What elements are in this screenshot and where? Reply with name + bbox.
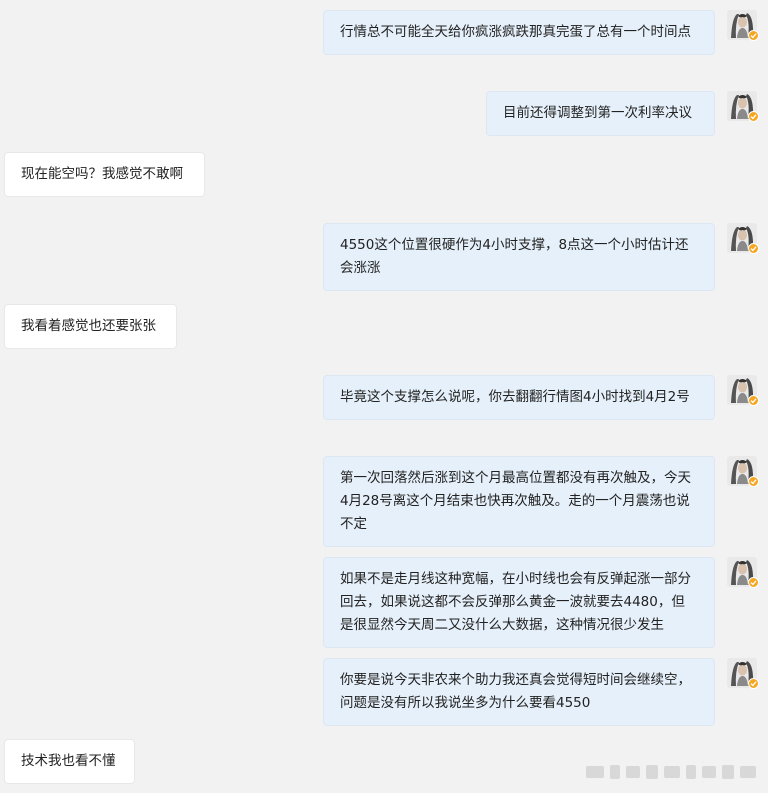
message-bubble-received: 我看着感觉也还要张张 — [4, 304, 177, 349]
message-bubble-sent: 行情总不可能全天给你疯涨疯跌那真完蛋了总有一个时间点 — [323, 10, 715, 55]
message-bubble-sent: 你要是说今天非农来个助力我还真会觉得短时间会继续空，问题是没有所以我说坐多为什么… — [323, 658, 715, 726]
message-bubble-sent: 毕竟这个支撑怎么说呢，你去翻翻行情图4小时找到4月2号 — [323, 375, 715, 420]
message-bubble-sent: 目前还得调整到第一次利率决议 — [486, 91, 715, 136]
message-bubble-sent: 如果不是走月线这种宽幅，在小时线也会有反弹起涨一部分回去，如果说这都不会反弹那么… — [323, 557, 715, 648]
avatar[interactable] — [727, 375, 759, 406]
verified-badge-icon — [748, 395, 759, 406]
verified-badge-icon — [748, 678, 759, 689]
message-bubble-received: 技术我也看不懂 — [4, 739, 135, 784]
avatar[interactable] — [727, 10, 759, 41]
avatar[interactable] — [727, 91, 759, 122]
verified-badge-icon — [748, 111, 759, 122]
avatar[interactable] — [727, 456, 759, 487]
verified-badge-icon — [748, 243, 759, 254]
message-bubble-received: 现在能空吗？我感觉不敢啊 — [4, 152, 205, 197]
message-bubble-sent: 4550这个位置很硬作为4小时支撑，8点这一个小时估计还会涨涨 — [323, 223, 715, 291]
avatar[interactable] — [727, 658, 759, 689]
avatar[interactable] — [727, 223, 759, 254]
verified-badge-icon — [748, 476, 759, 487]
verified-badge-icon — [748, 577, 759, 588]
avatar[interactable] — [727, 557, 759, 588]
message-bubble-sent: 第一次回落然后涨到这个月最高位置都没有再次触及，今天4月28号离这个月结束也快再… — [323, 456, 715, 547]
verified-badge-icon — [748, 30, 759, 41]
watermark — [586, 763, 758, 781]
